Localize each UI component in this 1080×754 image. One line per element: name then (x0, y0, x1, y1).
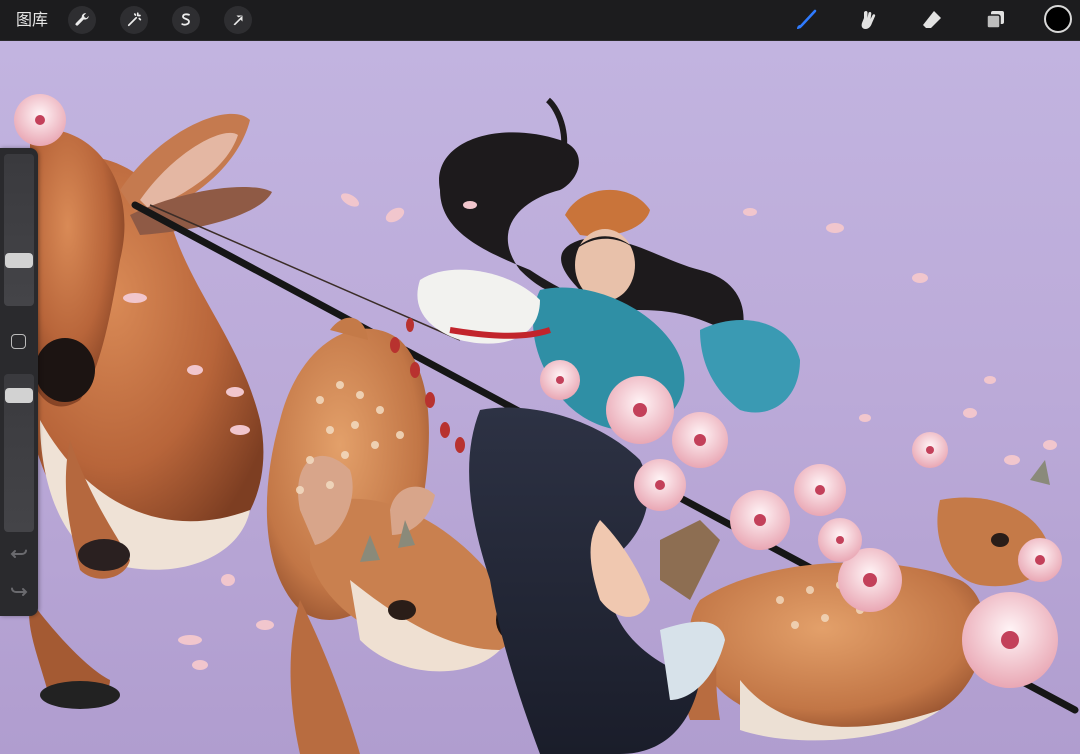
selection-button[interactable] (172, 6, 200, 34)
wrench-icon (75, 13, 89, 26)
layers-button[interactable] (981, 6, 1009, 34)
brush-tool-button[interactable] (792, 6, 820, 34)
selection-s-icon (181, 13, 190, 26)
smudge-tool-button[interactable] (854, 6, 882, 34)
transform-arrow-icon (233, 15, 243, 26)
redo-icon[interactable] (9, 582, 29, 602)
brush-size-thumb[interactable] (5, 252, 33, 268)
modify-button[interactable] (11, 334, 26, 349)
gallery-button[interactable]: 图库 (16, 10, 48, 30)
artwork-illustration (11, 94, 1079, 754)
eraser-icon (923, 11, 941, 28)
left-sidebar (0, 148, 38, 616)
top-toolbar: 图库 (0, 0, 1080, 41)
undo-icon[interactable] (9, 544, 29, 564)
opacity-slider[interactable] (4, 374, 34, 532)
brush-size-slider[interactable] (4, 154, 34, 306)
brush-icon (797, 9, 817, 29)
left-deer (11, 113, 272, 709)
layers-icon (986, 11, 1004, 29)
opacity-thumb[interactable] (5, 388, 33, 404)
adjustments-button[interactable] (120, 6, 148, 34)
eraser-tool-button[interactable] (918, 6, 946, 34)
actions-button[interactable] (68, 6, 96, 34)
smudge-icon (861, 11, 876, 29)
magic-wand-icon (127, 12, 142, 27)
drawing-canvas[interactable] (0, 40, 1080, 754)
transform-button[interactable] (224, 6, 252, 34)
color-picker-button[interactable] (1044, 5, 1072, 33)
